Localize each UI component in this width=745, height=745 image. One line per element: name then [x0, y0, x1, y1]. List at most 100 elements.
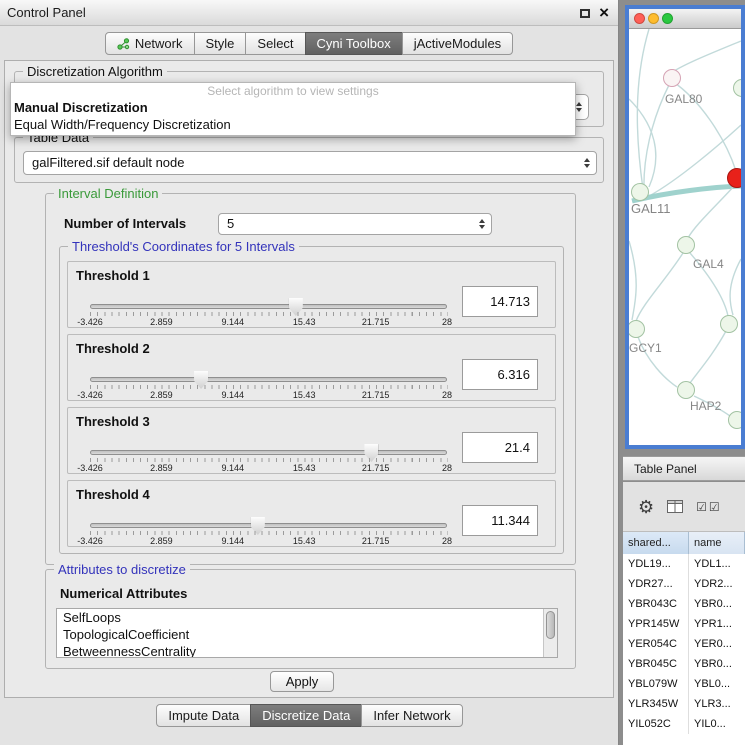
threshold-1-slider[interactable] [90, 304, 447, 309]
apply-button[interactable]: Apply [270, 671, 334, 692]
list-item[interactable]: TopologicalCoefficient [57, 626, 557, 643]
threshold-3-slider[interactable] [90, 450, 447, 455]
attributes-list: SelfLoops TopologicalCoefficient Between… [56, 608, 558, 658]
network-canvas[interactable]: GAL80 GAL11 GAL4 GCY1 HAP2 [629, 29, 741, 444]
node-label-gal11: GAL11 [631, 201, 671, 216]
threshold-4-value-input[interactable] [462, 505, 538, 536]
close-icon[interactable]: × [599, 0, 609, 25]
threshold-1-label: Threshold 1 [76, 268, 150, 283]
threshold-2-label: Threshold 2 [76, 341, 150, 356]
table-data-combobox[interactable]: galFiltered.sif default node [23, 151, 597, 175]
checkbox-icons[interactable]: ☑☑ [696, 500, 722, 514]
combo-arrows-icon [479, 219, 485, 229]
num-intervals-combobox[interactable]: 5 [218, 213, 492, 235]
group-title-threshold-coordinates: Threshold's Coordinates for 5 Intervals [68, 239, 299, 254]
cell-shared-name: YER054C [623, 634, 689, 654]
bottom-tab-bar: Impute Data Discretize Data Infer Networ… [0, 704, 619, 727]
table-row[interactable]: YPR145WYPR1... [623, 614, 745, 634]
tab-jactivemodules[interactable]: jActiveModules [402, 32, 513, 55]
tab-select[interactable]: Select [245, 32, 305, 55]
cell-name: YDL1... [689, 554, 745, 574]
tab-network[interactable]: Network [105, 32, 195, 55]
num-intervals-label: Number of Intervals [64, 216, 186, 231]
cell-name: YBR0... [689, 594, 745, 614]
table-row[interactable]: YLR345WYLR3... [623, 694, 745, 714]
threshold-4-slider[interactable] [90, 523, 447, 528]
table-row[interactable]: YBR043CYBR0... [623, 594, 745, 614]
cell-shared-name: YLR345W [623, 694, 689, 714]
slider-minor-ticks [90, 458, 448, 462]
slider-tick-labels: -3.4262.8599.14415.4321.71528 [90, 390, 447, 401]
column-header-shared-name[interactable]: shared... [623, 532, 689, 554]
cell-name: YBR0... [689, 654, 745, 674]
network-node[interactable] [631, 183, 649, 201]
panel-title: Control Panel [7, 5, 86, 20]
network-node-red[interactable] [727, 168, 741, 188]
threshold-3-label: Threshold 3 [76, 414, 150, 429]
cell-name: YPR1... [689, 614, 745, 634]
slider-tick-labels: -3.4262.8599.14415.4321.71528 [90, 463, 447, 474]
table-row[interactable]: YIL052CYIL0... [623, 714, 745, 734]
network-node[interactable] [720, 315, 738, 333]
table-row[interactable]: YER054CYER0... [623, 634, 745, 654]
group-table-data: Table Data galFiltered.sif default node [14, 137, 604, 183]
node-label-gal80: GAL80 [665, 92, 702, 106]
table-row[interactable]: YBR045CYBR0... [623, 654, 745, 674]
tab-style[interactable]: Style [194, 32, 247, 55]
tab-discretize-data[interactable]: Discretize Data [250, 704, 362, 727]
network-node[interactable] [728, 411, 741, 429]
cell-shared-name: YPR145W [623, 614, 689, 634]
network-node[interactable] [677, 236, 695, 254]
threshold-2-value-input[interactable] [462, 359, 538, 390]
table-row[interactable]: YDL19...YDL1... [623, 554, 745, 574]
traffic-light-minimize-icon[interactable] [648, 13, 659, 24]
table-panel-toolbar: ⚙ ☑☑ [623, 482, 745, 532]
traffic-light-zoom-icon[interactable] [662, 13, 673, 24]
control-panel-titlebar: Control Panel × [0, 0, 618, 26]
float-window-icon[interactable] [580, 9, 590, 18]
cell-shared-name: YIL052C [623, 714, 689, 734]
cell-shared-name: YBR043C [623, 594, 689, 614]
algorithm-dropdown: Select algorithm to view settings Manual… [10, 82, 576, 136]
table-header-row: shared... name [623, 532, 745, 554]
threshold-2-slider[interactable] [90, 377, 447, 382]
dropdown-option-equal-width-frequency[interactable]: Equal Width/Frequency Discretization [11, 116, 575, 133]
slider-minor-ticks [90, 312, 448, 316]
node-table: shared... name YDL19...YDL1... YDR27...Y… [623, 532, 745, 745]
node-label-gal4: GAL4 [693, 257, 724, 271]
cell-shared-name: YDR27... [623, 574, 689, 594]
node-label-gcy1: GCY1 [629, 341, 662, 355]
numerical-attributes-label: Numerical Attributes [60, 586, 187, 601]
tab-impute-data[interactable]: Impute Data [156, 704, 251, 727]
columns-icon[interactable] [667, 500, 683, 513]
table-row[interactable]: YDR27...YDR2... [623, 574, 745, 594]
network-node[interactable] [677, 381, 695, 399]
column-header-name[interactable]: name [689, 532, 745, 554]
list-item[interactable]: BetweennessCentrality [57, 643, 557, 658]
traffic-light-close-icon[interactable] [634, 13, 645, 24]
cell-shared-name: YDL19... [623, 554, 689, 574]
threshold-3-value-input[interactable] [462, 432, 538, 463]
table-panel-title: Table Panel [634, 462, 697, 476]
slider-tick-labels: -3.4262.8599.14415.4321.71528 [90, 317, 447, 328]
table-row[interactable]: YBL079WYBL0... [623, 674, 745, 694]
tab-network-label: Network [135, 33, 183, 54]
tab-cyni-toolbox[interactable]: Cyni Toolbox [305, 32, 403, 55]
tab-infer-network[interactable]: Infer Network [361, 704, 462, 727]
cell-shared-name: YBL079W [623, 674, 689, 694]
threshold-panel-4: Threshold 4 -3.4262.8599.14415.4321.7152… [67, 480, 556, 547]
network-node[interactable] [663, 69, 681, 87]
dropdown-option-manual-discretization[interactable]: Manual Discretization [11, 99, 575, 116]
scrollbar-thumb[interactable] [546, 611, 555, 639]
group-title-attributes: Attributes to discretize [54, 562, 190, 577]
node-label-hap2: HAP2 [690, 399, 721, 413]
control-panel: Control Panel × Network Style Select [0, 0, 619, 745]
list-scrollbar[interactable] [543, 609, 557, 657]
list-item[interactable]: SelfLoops [57, 609, 557, 626]
network-window-titlebar [629, 9, 741, 29]
gear-icon[interactable]: ⚙ [638, 498, 654, 516]
threshold-panel-2: Threshold 2 -3.4262.8599.14415.4321.7152… [67, 334, 556, 401]
slider-tick-labels: -3.4262.8599.14415.4321.71528 [90, 536, 447, 547]
slider-minor-ticks [90, 385, 448, 389]
threshold-1-value-input[interactable] [462, 286, 538, 317]
